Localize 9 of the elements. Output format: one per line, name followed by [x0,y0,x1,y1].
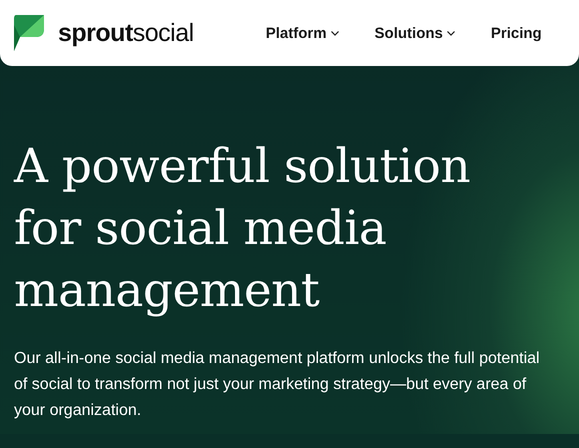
chevron-down-icon [446,30,455,36]
hero-description: Our all-in-one social media management platform unlocks the full potential of social to transform not just your marketing strategy—but every area of your organization. [14,349,541,421]
nav-link[interactable]: Solutions [374,24,455,42]
nav-link[interactable]: Platform [266,24,339,42]
brand-wordmark[interactable]: sproutsocial [58,18,194,48]
hero-heading: A powerful solution for social media management [14,138,472,320]
chevron-down-icon [330,30,339,36]
nav-link[interactable]: Pricing [490,24,542,42]
leaf-logo-icon[interactable] [14,14,44,52]
